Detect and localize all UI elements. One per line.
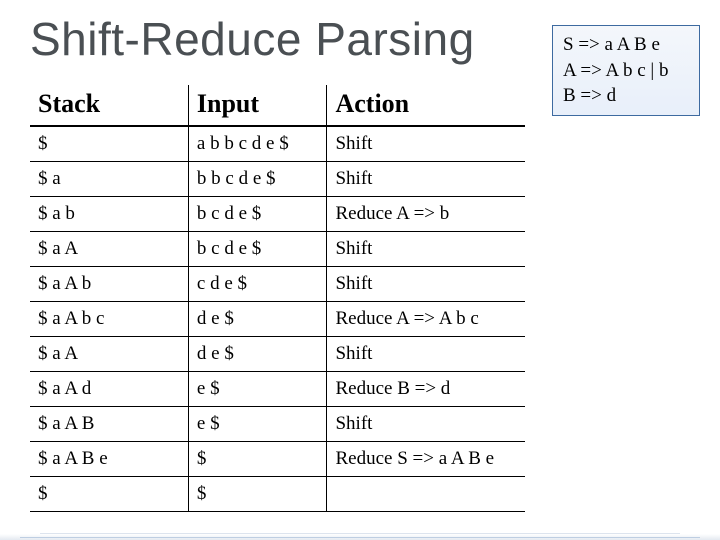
table-row: $ a Ad e $Shift [30,337,525,372]
cell-stack: $ a b [30,197,188,232]
col-header-input: Input [188,85,327,126]
table-row: $ a A b cd e $Reduce A => A b c [30,302,525,337]
table-row: $ a A Be $Shift [30,407,525,442]
cell-stack: $ a A B [30,407,188,442]
cell-stack: $ a A [30,232,188,267]
cell-action: Shift [327,126,525,162]
cell-input: b b c d e $ [188,162,327,197]
table-row: $ a Ab c d e $Shift [30,232,525,267]
col-header-action: Action [327,85,525,126]
cell-action: Reduce A => A b c [327,302,525,337]
cell-input: d e $ [188,302,327,337]
cell-input: e $ [188,407,327,442]
parse-table: Stack Input Action $a b b c d e $Shift$ … [30,85,525,512]
cell-stack: $ [30,126,188,162]
cell-action: Shift [327,162,525,197]
cell-stack: $ a [30,162,188,197]
table-row: $ a A de $Reduce B => d [30,372,525,407]
cell-stack: $ a A b [30,267,188,302]
table-row: $a b b c d e $Shift [30,126,525,162]
cell-action: Reduce A => b [327,197,525,232]
cell-action: Shift [327,232,525,267]
cell-action: Shift [327,407,525,442]
grammar-box: S => a A B e A => A b c | b B => d [552,25,700,116]
cell-action: Shift [327,337,525,372]
cell-stack: $ a A [30,337,188,372]
cell-input: b c d e $ [188,232,327,267]
cell-input: d e $ [188,337,327,372]
cell-stack: $ a A B e [30,442,188,477]
grammar-line: S => a A B e [563,32,689,58]
cell-action: Reduce S => a A B e [327,442,525,477]
grammar-line: B => d [563,83,689,109]
cell-input: e $ [188,372,327,407]
cell-input: $ [188,477,327,512]
cell-stack: $ a A b c [30,302,188,337]
table-row: $ a A B e$Reduce S => a A B e [30,442,525,477]
cell-input: a b b c d e $ [188,126,327,162]
table-body: $a b b c d e $Shift$ ab b c d e $Shift$ … [30,126,525,512]
table-header-row: Stack Input Action [30,85,525,126]
cell-action: Reduce B => d [327,372,525,407]
cell-input: $ [188,442,327,477]
grammar-line: A => A b c | b [563,58,689,84]
cell-stack: $ a A d [30,372,188,407]
decorative-underline [0,520,720,540]
cell-action [327,477,525,512]
cell-input: c d e $ [188,267,327,302]
page-title: Shift-Reduce Parsing [30,12,475,66]
cell-action: Shift [327,267,525,302]
col-header-stack: Stack [30,85,188,126]
table: Stack Input Action $a b b c d e $Shift$ … [30,85,525,512]
table-row: $ ab b c d e $Shift [30,162,525,197]
cell-input: b c d e $ [188,197,327,232]
table-row: $ a bb c d e $Reduce A => b [30,197,525,232]
slide: Shift-Reduce Parsing S => a A B e A => A… [0,0,720,540]
cell-stack: $ [30,477,188,512]
table-row: $ a A bc d e $Shift [30,267,525,302]
table-row: $$ [30,477,525,512]
